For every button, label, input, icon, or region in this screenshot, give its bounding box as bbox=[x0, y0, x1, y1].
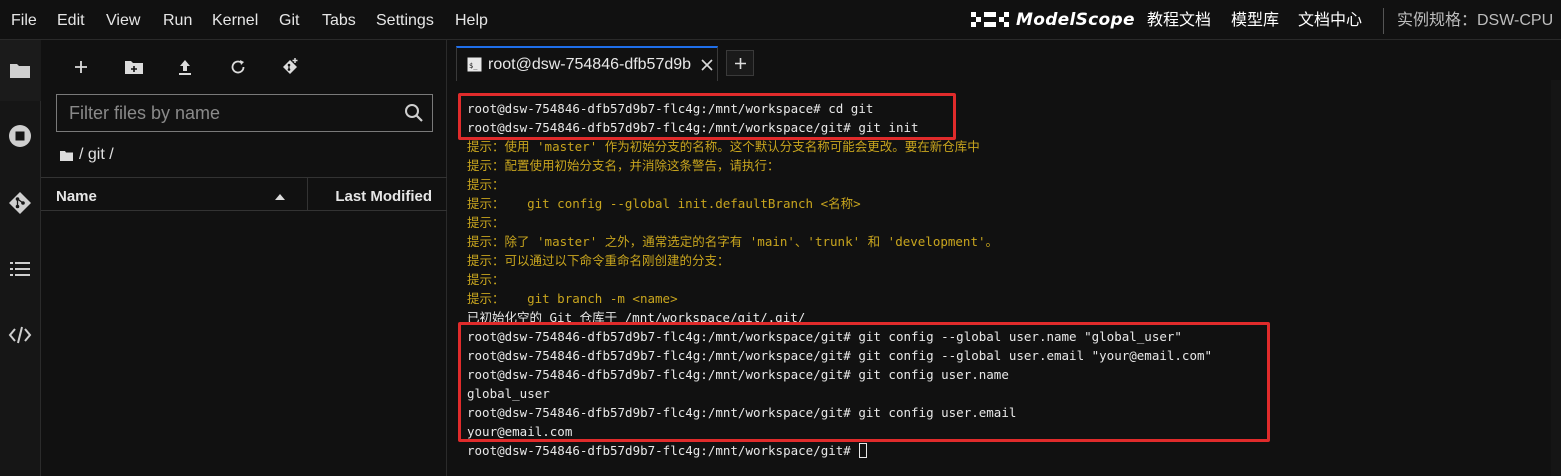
terminal-line: root@dsw-754846-dfb57d9b7-flc4g:/mnt/wor… bbox=[467, 101, 874, 116]
terminal-line: root@dsw-754846-dfb57d9b7-flc4g:/mnt/wor… bbox=[467, 329, 1182, 344]
terminal-line: 提示：配置使用初始分支名，并消除这条警告，请执行： bbox=[467, 158, 780, 173]
menu-kernel[interactable]: Kernel bbox=[212, 12, 258, 30]
menu-tabs[interactable]: Tabs bbox=[322, 12, 356, 30]
link-model-library[interactable]: 模型库 bbox=[1231, 12, 1279, 30]
file-browser-panel: / git / Name Last Modified bbox=[41, 40, 447, 476]
instance-spec: 实例规格：DSW-CPU bbox=[1397, 12, 1554, 29]
table-of-contents-icon[interactable] bbox=[8, 257, 32, 281]
menu-view[interactable]: View bbox=[106, 12, 140, 30]
search-icon[interactable] bbox=[404, 103, 424, 128]
breadcrumb-path[interactable]: / git / bbox=[79, 146, 114, 164]
modelscope-brand-name: ModelScope bbox=[1016, 10, 1135, 30]
terminal-line: 提示： git branch -m <name> bbox=[467, 291, 678, 306]
svg-text:$_: $_ bbox=[469, 62, 478, 70]
main-area: $_ root@dsw-754846-dfb57d9b root@dsw-754… bbox=[448, 40, 1561, 476]
upload-icon[interactable] bbox=[172, 54, 198, 80]
new-folder-icon[interactable] bbox=[121, 54, 147, 80]
terminal-line: 提示：使用 'master' 作为初始分支的名称。这个默认分支名称可能会更改。要… bbox=[467, 139, 980, 154]
link-doc-center[interactable]: 文档中心 bbox=[1298, 12, 1362, 30]
code-icon[interactable] bbox=[8, 323, 32, 347]
modelscope-logo-icon bbox=[970, 8, 1010, 33]
column-divider[interactable] bbox=[307, 178, 308, 211]
refresh-icon[interactable] bbox=[225, 54, 251, 80]
menu-run[interactable]: Run bbox=[163, 12, 192, 30]
terminal-icon: $_ bbox=[467, 57, 482, 72]
menu-git[interactable]: Git bbox=[279, 12, 299, 30]
terminal-line: 提示： bbox=[467, 215, 505, 230]
breadcrumb-folder-icon[interactable] bbox=[60, 150, 73, 161]
add-tab-button[interactable] bbox=[726, 50, 754, 76]
file-filter-input[interactable] bbox=[57, 95, 397, 131]
tab-terminal-label: root@dsw-754846-dfb57d9b bbox=[488, 55, 692, 73]
menu-settings[interactable]: Settings bbox=[376, 12, 434, 30]
running-stop-icon[interactable] bbox=[8, 124, 32, 148]
menu-help[interactable]: Help bbox=[455, 12, 488, 30]
terminal-line: root@dsw-754846-dfb57d9b7-flc4g:/mnt/wor… bbox=[467, 120, 919, 135]
link-tutorial-docs[interactable]: 教程文档 bbox=[1147, 12, 1211, 30]
tab-bar: $_ root@dsw-754846-dfb57d9b bbox=[448, 40, 1561, 81]
terminal-output[interactable]: root@dsw-754846-dfb57d9b7-flc4g:/mnt/wor… bbox=[454, 91, 1549, 471]
plus-icon bbox=[734, 57, 746, 69]
terminal-line: 提示： bbox=[467, 177, 505, 192]
terminal-scrollbar[interactable] bbox=[1551, 80, 1561, 476]
terminal-prompt-line: root@dsw-754846-dfb57d9b7-flc4g:/mnt/wor… bbox=[467, 441, 868, 460]
close-icon[interactable] bbox=[698, 56, 716, 74]
terminal-line: global_user bbox=[467, 386, 550, 401]
terminal-line: 提示：除了 'master' 之外，通常选定的名字有 'main'、'trunk… bbox=[467, 234, 999, 249]
new-launcher-plus-icon[interactable] bbox=[68, 54, 94, 80]
tab-terminal[interactable]: $_ root@dsw-754846-dfb57d9b bbox=[456, 46, 718, 81]
terminal-line: 提示： git config --global init.defaultBran… bbox=[467, 196, 861, 211]
git-icon[interactable] bbox=[8, 191, 32, 215]
menu-edit[interactable]: Edit bbox=[57, 12, 85, 30]
breadcrumb: / git / bbox=[60, 146, 114, 164]
terminal-line: root@dsw-754846-dfb57d9b7-flc4g:/mnt/wor… bbox=[467, 367, 1009, 382]
top-divider bbox=[1383, 8, 1384, 34]
terminal-line: 已初始化空的 Git 仓库于 /mnt/workspace/git/.git/ bbox=[467, 310, 806, 325]
git-clone-icon[interactable] bbox=[277, 54, 303, 80]
sort-ascending-icon[interactable] bbox=[274, 188, 286, 206]
column-header-last-modified[interactable]: Last Modified bbox=[335, 188, 432, 205]
menu-bar: File Edit View Run Kernel Git Tabs Setti… bbox=[0, 0, 1561, 40]
column-header-name[interactable]: Name bbox=[56, 188, 97, 205]
folder-icon[interactable] bbox=[8, 58, 32, 82]
terminal-line: 提示：可以通过以下命令重命名刚创建的分支： bbox=[467, 253, 730, 268]
file-filter-search bbox=[56, 94, 433, 132]
terminal-line: 提示： bbox=[467, 272, 505, 287]
terminal-line: root@dsw-754846-dfb57d9b7-flc4g:/mnt/wor… bbox=[467, 348, 1213, 363]
terminal-line: your@email.com bbox=[467, 424, 573, 439]
terminal-cursor bbox=[859, 443, 868, 458]
terminal-line: root@dsw-754846-dfb57d9b7-flc4g:/mnt/wor… bbox=[467, 405, 1017, 420]
file-list-header: Name Last Modified bbox=[41, 177, 447, 211]
modelscope-brand[interactable]: ModelScope bbox=[970, 8, 1135, 32]
activity-bar bbox=[0, 40, 41, 476]
menu-file[interactable]: File bbox=[11, 12, 37, 30]
terminal-prompt: root@dsw-754846-dfb57d9b7-flc4g:/mnt/wor… bbox=[467, 443, 859, 458]
